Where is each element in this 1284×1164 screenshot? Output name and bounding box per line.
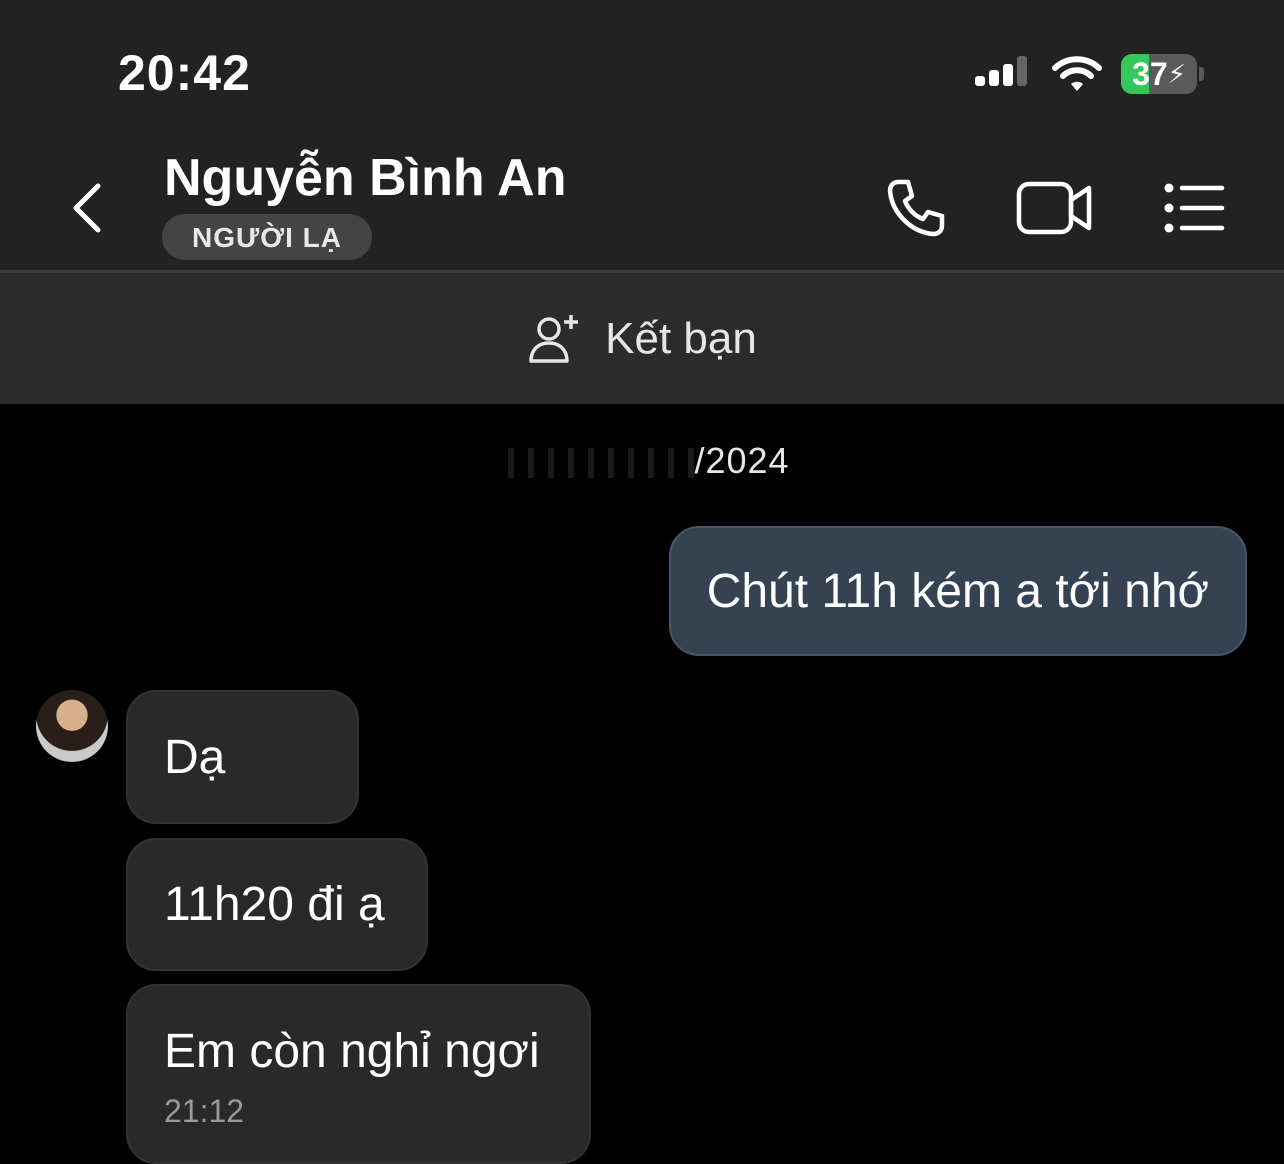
message-bubble-incoming[interactable]: 11h20 đi ạ bbox=[126, 838, 428, 971]
message-text: Chút 11h kém a tới nhớ bbox=[706, 564, 1209, 618]
message-bubble-incoming[interactable]: Em còn nghỉ ngơi 21:12 bbox=[126, 984, 591, 1164]
message-timestamp: 21:12 bbox=[164, 1093, 245, 1129]
add-friend-label: Kết bạn bbox=[605, 313, 757, 363]
signal-icon bbox=[975, 56, 1027, 86]
wifi-icon bbox=[1052, 56, 1102, 91]
battery-nub bbox=[1199, 67, 1204, 81]
avatar[interactable] bbox=[36, 690, 108, 762]
add-friend-bar: Kết bạn bbox=[0, 273, 1284, 404]
contact-name[interactable]: Nguyễn Bình An bbox=[164, 148, 567, 208]
message-text: Dạ bbox=[164, 730, 226, 784]
battery-percent: 37 ⚡ bbox=[1132, 55, 1186, 92]
status-icons: 37 ⚡ bbox=[975, 50, 1204, 98]
status-time: 20:42 bbox=[118, 45, 251, 101]
menu-icon[interactable] bbox=[1162, 176, 1226, 240]
message-bubble-incoming[interactable]: Dạ bbox=[126, 690, 359, 824]
date-separator: /2024 bbox=[0, 440, 1284, 482]
stranger-badge: NGƯỜI LẠ bbox=[162, 214, 372, 260]
video-call-icon[interactable] bbox=[1016, 176, 1094, 240]
back-icon[interactable] bbox=[66, 180, 114, 236]
message-text: 11h20 đi ạ bbox=[164, 878, 385, 931]
add-person-icon bbox=[529, 314, 579, 363]
add-friend-button[interactable]: Kết bạn bbox=[0, 273, 1284, 404]
battery-icon: 37 ⚡ bbox=[1121, 54, 1197, 94]
phone-icon[interactable] bbox=[884, 176, 948, 240]
top-bar: 20:42 37 ⚡ Nguyễn Bình An NGƯỜI LẠ bbox=[0, 0, 1284, 270]
message-text: Em còn nghỉ ngơi bbox=[164, 1025, 540, 1078]
message-bubble-outgoing[interactable]: Chút 11h kém a tới nhớ bbox=[668, 526, 1247, 656]
date-redacted bbox=[494, 448, 695, 479]
